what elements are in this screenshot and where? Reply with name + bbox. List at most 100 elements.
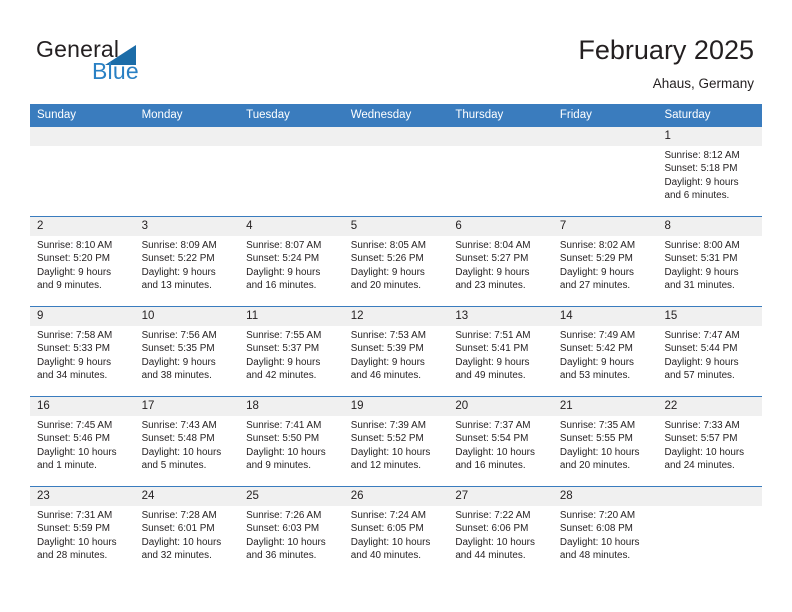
day-number[interactable] — [657, 487, 762, 506]
sunset-text: Sunset: 6:01 PM — [141, 523, 215, 535]
sunset-text: Sunset: 5:54 PM — [455, 433, 529, 445]
day-number[interactable]: 17 — [135, 397, 240, 416]
day-number[interactable] — [553, 127, 658, 146]
day-number[interactable]: 20 — [448, 397, 553, 416]
daylight-text-line2: and 16 minutes. — [246, 279, 317, 291]
sunrise-text: Sunrise: 7:22 AM — [455, 510, 531, 521]
day-number[interactable]: 6 — [448, 217, 553, 236]
sunrise-text: Sunrise: 7:55 AM — [246, 330, 322, 341]
daylight-text-line2: and 20 minutes. — [350, 279, 422, 291]
day-cell[interactable]: Sunrise: 7:28 AM Sunset: 6:01 PM Dayligh… — [135, 506, 240, 576]
daylight-text-line1: Daylight: 10 hours — [141, 536, 222, 548]
day-cell[interactable]: Sunrise: 7:45 AM Sunset: 5:46 PM Dayligh… — [30, 416, 135, 486]
daylight-text-line2: and 44 minutes. — [455, 549, 526, 561]
day-cell[interactable] — [448, 146, 553, 216]
sunrise-text: Sunrise: 7:39 AM — [350, 420, 426, 431]
day-cell[interactable]: Sunrise: 7:35 AM Sunset: 5:55 PM Dayligh… — [553, 416, 658, 486]
daylight-text-line1: Daylight: 10 hours — [141, 446, 222, 458]
sunrise-text: Sunrise: 7:49 AM — [559, 330, 636, 341]
day-cell[interactable]: Sunrise: 8:04 AM Sunset: 5:27 PM Dayligh… — [448, 236, 553, 306]
day-number[interactable]: 15 — [657, 307, 762, 326]
day-cell[interactable] — [657, 506, 762, 576]
day-number[interactable]: 10 — [135, 307, 240, 326]
day-number[interactable]: 16 — [30, 397, 135, 416]
day-number[interactable]: 21 — [553, 397, 658, 416]
day-number[interactable]: 24 — [135, 487, 240, 506]
daylight-text-line2: and 38 minutes. — [141, 369, 212, 381]
daylight-text-line1: Daylight: 9 hours — [664, 176, 739, 188]
day-cell[interactable]: Sunrise: 7:24 AM Sunset: 6:05 PM Dayligh… — [344, 506, 449, 576]
day-cell[interactable]: Sunrise: 7:37 AM Sunset: 5:54 PM Dayligh… — [448, 416, 553, 486]
week-daynumber-band: 23 24 25 26 27 28 — [30, 487, 762, 506]
daylight-text-line2: and 1 minute. — [37, 459, 97, 471]
daylight-text-line1: Daylight: 9 hours — [559, 266, 634, 278]
sunrise-text: Sunrise: 7:28 AM — [141, 510, 217, 521]
day-number[interactable]: 27 — [448, 487, 553, 506]
day-cell[interactable] — [239, 146, 344, 216]
day-cell[interactable]: Sunrise: 7:20 AM Sunset: 6:08 PM Dayligh… — [553, 506, 658, 576]
daylight-text-line1: Daylight: 9 hours — [559, 356, 634, 368]
daylight-text-line1: Daylight: 9 hours — [664, 266, 739, 278]
day-number[interactable]: 26 — [344, 487, 449, 506]
week-row: 16 17 18 19 20 21 22 Sunrise: 7:45 AM Su… — [30, 396, 762, 486]
day-number[interactable]: 14 — [553, 307, 658, 326]
sunrise-text: Sunrise: 7:20 AM — [559, 510, 636, 521]
day-cell[interactable]: Sunrise: 7:43 AM Sunset: 5:48 PM Dayligh… — [135, 416, 240, 486]
day-number[interactable]: 2 — [30, 217, 135, 236]
day-cell[interactable] — [553, 146, 658, 216]
day-number[interactable]: 22 — [657, 397, 762, 416]
day-cell[interactable]: Sunrise: 7:47 AM Sunset: 5:44 PM Dayligh… — [657, 326, 762, 396]
day-cell[interactable]: Sunrise: 7:31 AM Sunset: 5:59 PM Dayligh… — [30, 506, 135, 576]
day-cell[interactable]: Sunrise: 8:09 AM Sunset: 5:22 PM Dayligh… — [135, 236, 240, 306]
day-number[interactable]: 5 — [344, 217, 449, 236]
day-number[interactable]: 18 — [239, 397, 344, 416]
day-number[interactable]: 12 — [344, 307, 449, 326]
day-cell[interactable] — [344, 146, 449, 216]
day-cell[interactable]: Sunrise: 7:26 AM Sunset: 6:03 PM Dayligh… — [239, 506, 344, 576]
day-cell[interactable]: Sunrise: 8:02 AM Sunset: 5:29 PM Dayligh… — [553, 236, 658, 306]
day-number[interactable]: 19 — [344, 397, 449, 416]
sunrise-text: Sunrise: 7:41 AM — [246, 420, 322, 431]
day-number[interactable]: 1 — [657, 127, 762, 146]
sunset-text: Sunset: 5:18 PM — [664, 163, 738, 175]
sunset-text: Sunset: 5:42 PM — [559, 343, 633, 355]
day-number[interactable]: 11 — [239, 307, 344, 326]
day-number[interactable]: 23 — [30, 487, 135, 506]
sunset-text: Sunset: 5:24 PM — [246, 253, 320, 265]
day-cell[interactable]: Sunrise: 8:07 AM Sunset: 5:24 PM Dayligh… — [239, 236, 344, 306]
day-cell[interactable]: Sunrise: 7:39 AM Sunset: 5:52 PM Dayligh… — [344, 416, 449, 486]
day-number[interactable]: 8 — [657, 217, 762, 236]
day-number[interactable] — [30, 127, 135, 146]
sunset-text: Sunset: 5:27 PM — [455, 253, 529, 265]
day-number[interactable] — [448, 127, 553, 146]
day-cell[interactable]: Sunrise: 8:10 AM Sunset: 5:20 PM Dayligh… — [30, 236, 135, 306]
sunset-text: Sunset: 5:29 PM — [559, 253, 633, 265]
day-number[interactable]: 7 — [553, 217, 658, 236]
day-cell[interactable]: Sunrise: 8:12 AM Sunset: 5:18 PM Dayligh… — [657, 146, 762, 216]
day-cell[interactable]: Sunrise: 7:51 AM Sunset: 5:41 PM Dayligh… — [448, 326, 553, 396]
sunset-text: Sunset: 5:50 PM — [246, 433, 320, 445]
day-number[interactable]: 4 — [239, 217, 344, 236]
day-number[interactable]: 3 — [135, 217, 240, 236]
day-cell[interactable]: Sunrise: 7:55 AM Sunset: 5:37 PM Dayligh… — [239, 326, 344, 396]
day-cell[interactable]: Sunrise: 8:05 AM Sunset: 5:26 PM Dayligh… — [344, 236, 449, 306]
week-info-band: Sunrise: 8:12 AM Sunset: 5:18 PM Dayligh… — [30, 146, 762, 216]
day-number[interactable] — [135, 127, 240, 146]
day-number[interactable] — [344, 127, 449, 146]
day-cell[interactable] — [30, 146, 135, 216]
day-number[interactable] — [239, 127, 344, 146]
day-cell[interactable]: Sunrise: 7:58 AM Sunset: 5:33 PM Dayligh… — [30, 326, 135, 396]
day-cell[interactable]: Sunrise: 7:22 AM Sunset: 6:06 PM Dayligh… — [448, 506, 553, 576]
day-number[interactable]: 28 — [553, 487, 658, 506]
day-number[interactable]: 25 — [239, 487, 344, 506]
day-cell[interactable]: Sunrise: 7:56 AM Sunset: 5:35 PM Dayligh… — [135, 326, 240, 396]
day-cell[interactable] — [135, 146, 240, 216]
day-cell[interactable]: Sunrise: 7:33 AM Sunset: 5:57 PM Dayligh… — [657, 416, 762, 486]
day-cell[interactable]: Sunrise: 8:00 AM Sunset: 5:31 PM Dayligh… — [657, 236, 762, 306]
day-cell[interactable]: Sunrise: 7:49 AM Sunset: 5:42 PM Dayligh… — [553, 326, 658, 396]
day-cell[interactable]: Sunrise: 7:41 AM Sunset: 5:50 PM Dayligh… — [239, 416, 344, 486]
day-cell[interactable]: Sunrise: 7:53 AM Sunset: 5:39 PM Dayligh… — [344, 326, 449, 396]
day-number[interactable]: 13 — [448, 307, 553, 326]
sunrise-text: Sunrise: 7:33 AM — [664, 420, 740, 431]
day-number[interactable]: 9 — [30, 307, 135, 326]
